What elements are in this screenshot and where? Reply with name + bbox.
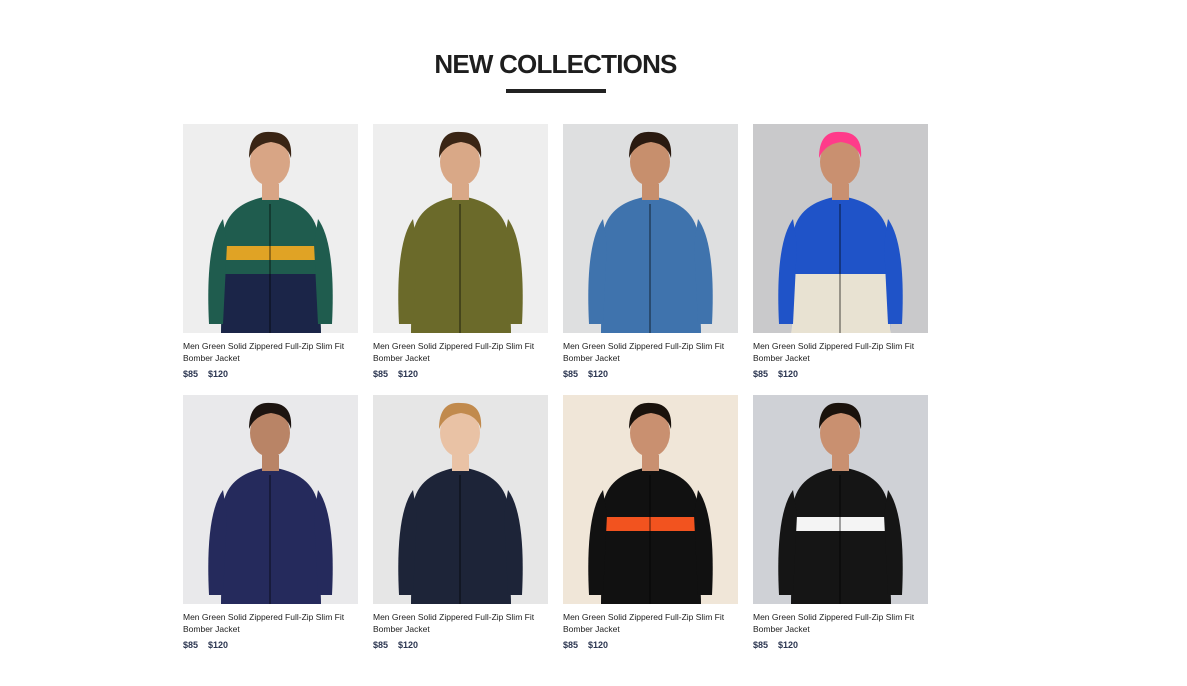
product-card[interactable]: Men Green Solid Zippered Full-Zip Slim F… [373,395,548,652]
product-price: $85 [563,640,579,650]
product-name-link[interactable]: Men Green Solid Zippered Full-Zip Slim F… [373,340,548,364]
product-original-price: $120 [208,640,229,650]
product-name-link[interactable]: Men Green Solid Zippered Full-Zip Slim F… [183,611,358,635]
product-thumbnail[interactable] [563,395,738,604]
page: NEW COLLECTIONS Men Green Solid Zippered… [0,0,1187,686]
product-name-link[interactable]: Men Green Solid Zippered Full-Zip Slim F… [753,340,928,364]
product-thumbnail[interactable] [373,124,548,333]
product-original-price: $120 [778,369,799,379]
product-name-link[interactable]: Men Green Solid Zippered Full-Zip Slim F… [563,611,738,635]
product-image [753,124,928,333]
product-original-price: $120 [398,369,419,379]
product-name-link[interactable]: Men Green Solid Zippered Full-Zip Slim F… [183,340,358,364]
product-price: $85 [183,369,199,379]
product-image [563,124,738,333]
product-original-price: $120 [208,369,229,379]
product-thumbnail[interactable] [183,395,358,604]
product-prices: $85 $120 [753,368,928,380]
product-price: $85 [183,640,199,650]
product-thumbnail[interactable] [753,124,928,333]
product-prices: $85 $120 [563,639,738,651]
section-title: NEW COLLECTIONS [434,49,677,79]
product-image [183,124,358,333]
product-card[interactable]: Men Green Solid Zippered Full-Zip Slim F… [563,395,738,652]
product-name-link[interactable]: Men Green Solid Zippered Full-Zip Slim F… [373,611,548,635]
product-grid: Men Green Solid Zippered Full-Zip Slim F… [183,124,928,652]
product-card[interactable]: Men Green Solid Zippered Full-Zip Slim F… [753,124,928,381]
product-thumbnail[interactable] [753,395,928,604]
product-name-link[interactable]: Men Green Solid Zippered Full-Zip Slim F… [753,611,928,635]
product-original-price: $120 [398,640,419,650]
product-card[interactable]: Men Green Solid Zippered Full-Zip Slim F… [563,124,738,381]
product-image [753,395,928,604]
product-price: $85 [753,369,769,379]
product-original-price: $120 [588,640,609,650]
product-prices: $85 $120 [183,368,358,380]
product-card[interactable]: Men Green Solid Zippered Full-Zip Slim F… [183,395,358,652]
product-prices: $85 $120 [563,368,738,380]
product-price: $85 [563,369,579,379]
product-image [183,395,358,604]
product-thumbnail[interactable] [373,395,548,604]
product-original-price: $120 [778,640,799,650]
product-card[interactable]: Men Green Solid Zippered Full-Zip Slim F… [753,395,928,652]
product-prices: $85 $120 [373,639,548,651]
product-price: $85 [753,640,769,650]
product-prices: $85 $120 [183,639,358,651]
product-image [373,395,548,604]
product-price: $85 [373,640,389,650]
product-image [563,395,738,604]
product-name-link[interactable]: Men Green Solid Zippered Full-Zip Slim F… [563,340,738,364]
product-price: $85 [373,369,389,379]
title-underline [506,89,606,93]
product-thumbnail[interactable] [183,124,358,333]
product-image [373,124,548,333]
product-original-price: $120 [588,369,609,379]
product-prices: $85 $120 [373,368,548,380]
product-prices: $85 $120 [753,639,928,651]
product-thumbnail[interactable] [563,124,738,333]
product-card[interactable]: Men Green Solid Zippered Full-Zip Slim F… [373,124,548,381]
product-card[interactable]: Men Green Solid Zippered Full-Zip Slim F… [183,124,358,381]
